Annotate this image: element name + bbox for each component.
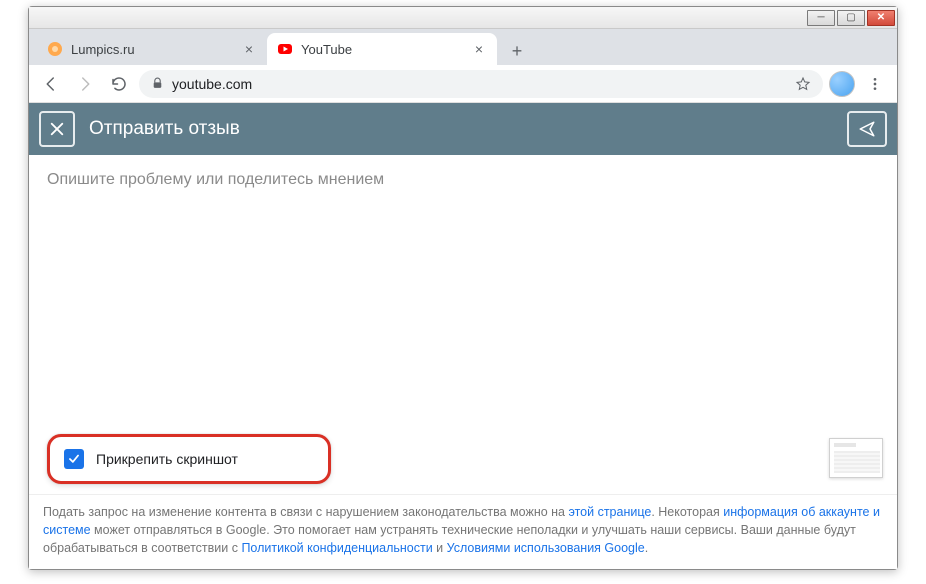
tab-strip: Lumpics.ru × YouTube × + — [29, 29, 897, 65]
url-text: youtube.com — [172, 76, 252, 92]
close-icon — [48, 120, 66, 138]
reload-icon — [110, 75, 128, 93]
feedback-send-button[interactable] — [847, 111, 887, 147]
footer-text: . Некоторая — [651, 505, 723, 519]
tab-title: YouTube — [301, 42, 463, 57]
send-icon — [856, 120, 878, 138]
check-icon — [67, 452, 81, 466]
address-bar[interactable]: youtube.com — [139, 70, 823, 98]
back-button[interactable] — [37, 70, 65, 98]
privacy-policy-link[interactable]: Политикой конфиденциальности — [241, 541, 432, 555]
lumpics-favicon-icon — [47, 41, 63, 57]
tab-close-icon[interactable]: × — [471, 41, 487, 57]
minimize-icon: ─ — [817, 12, 824, 23]
attach-screenshot-checkbox[interactable] — [64, 449, 84, 469]
feedback-textarea-area[interactable] — [29, 205, 897, 424]
tab-lumpics[interactable]: Lumpics.ru × — [37, 33, 267, 65]
toolbar: youtube.com — [29, 65, 897, 103]
forward-button[interactable] — [71, 70, 99, 98]
screenshot-thumbnail[interactable] — [829, 438, 883, 478]
footer-text: и — [433, 541, 447, 555]
tab-title: Lumpics.ru — [71, 42, 233, 57]
legal-request-link[interactable]: этой странице — [568, 505, 651, 519]
reload-button[interactable] — [105, 70, 133, 98]
window-maximize-button[interactable]: ▢ — [837, 10, 865, 26]
arrow-left-icon — [42, 75, 60, 93]
tab-close-icon[interactable]: × — [241, 41, 257, 57]
new-tab-button[interactable]: + — [503, 37, 531, 65]
feedback-header: Отправить отзыв — [29, 103, 897, 155]
maximize-icon: ▢ — [846, 12, 855, 23]
browser-menu-button[interactable] — [861, 70, 889, 98]
arrow-right-icon — [76, 75, 94, 93]
close-icon: ✕ — [877, 12, 885, 23]
browser-window: ─ ▢ ✕ Lumpics.ru × YouTube × + — [28, 6, 898, 570]
star-icon — [795, 76, 811, 92]
terms-link[interactable]: Условиями использования Google — [447, 541, 645, 555]
attach-screenshot-label: Прикрепить скриншот — [96, 451, 238, 467]
kebab-icon — [867, 76, 883, 92]
window-minimize-button[interactable]: ─ — [807, 10, 835, 26]
os-titlebar: ─ ▢ ✕ — [29, 7, 897, 29]
youtube-favicon-icon — [277, 41, 293, 57]
footer-text: . — [645, 541, 648, 555]
tab-youtube[interactable]: YouTube × — [267, 33, 497, 65]
feedback-close-button[interactable] — [39, 111, 75, 147]
footer-text: Подать запрос на изменение контента в св… — [43, 505, 568, 519]
feedback-title: Отправить отзыв — [89, 118, 833, 140]
feedback-body: Опишите проблему или поделитесь мнением … — [29, 155, 897, 569]
lock-icon — [151, 77, 164, 90]
feedback-textarea[interactable]: Опишите проблему или поделитесь мнением — [29, 155, 897, 205]
profile-avatar[interactable] — [829, 71, 855, 97]
feedback-footer: Подать запрос на изменение контента в св… — [29, 494, 897, 569]
plus-icon: + — [512, 41, 523, 62]
attach-screenshot-highlight: Прикрепить скриншот — [47, 434, 331, 484]
bookmark-star-button[interactable] — [795, 76, 811, 92]
window-close-button[interactable]: ✕ — [867, 10, 895, 26]
attach-screenshot-row: Прикрепить скриншот — [29, 424, 897, 494]
